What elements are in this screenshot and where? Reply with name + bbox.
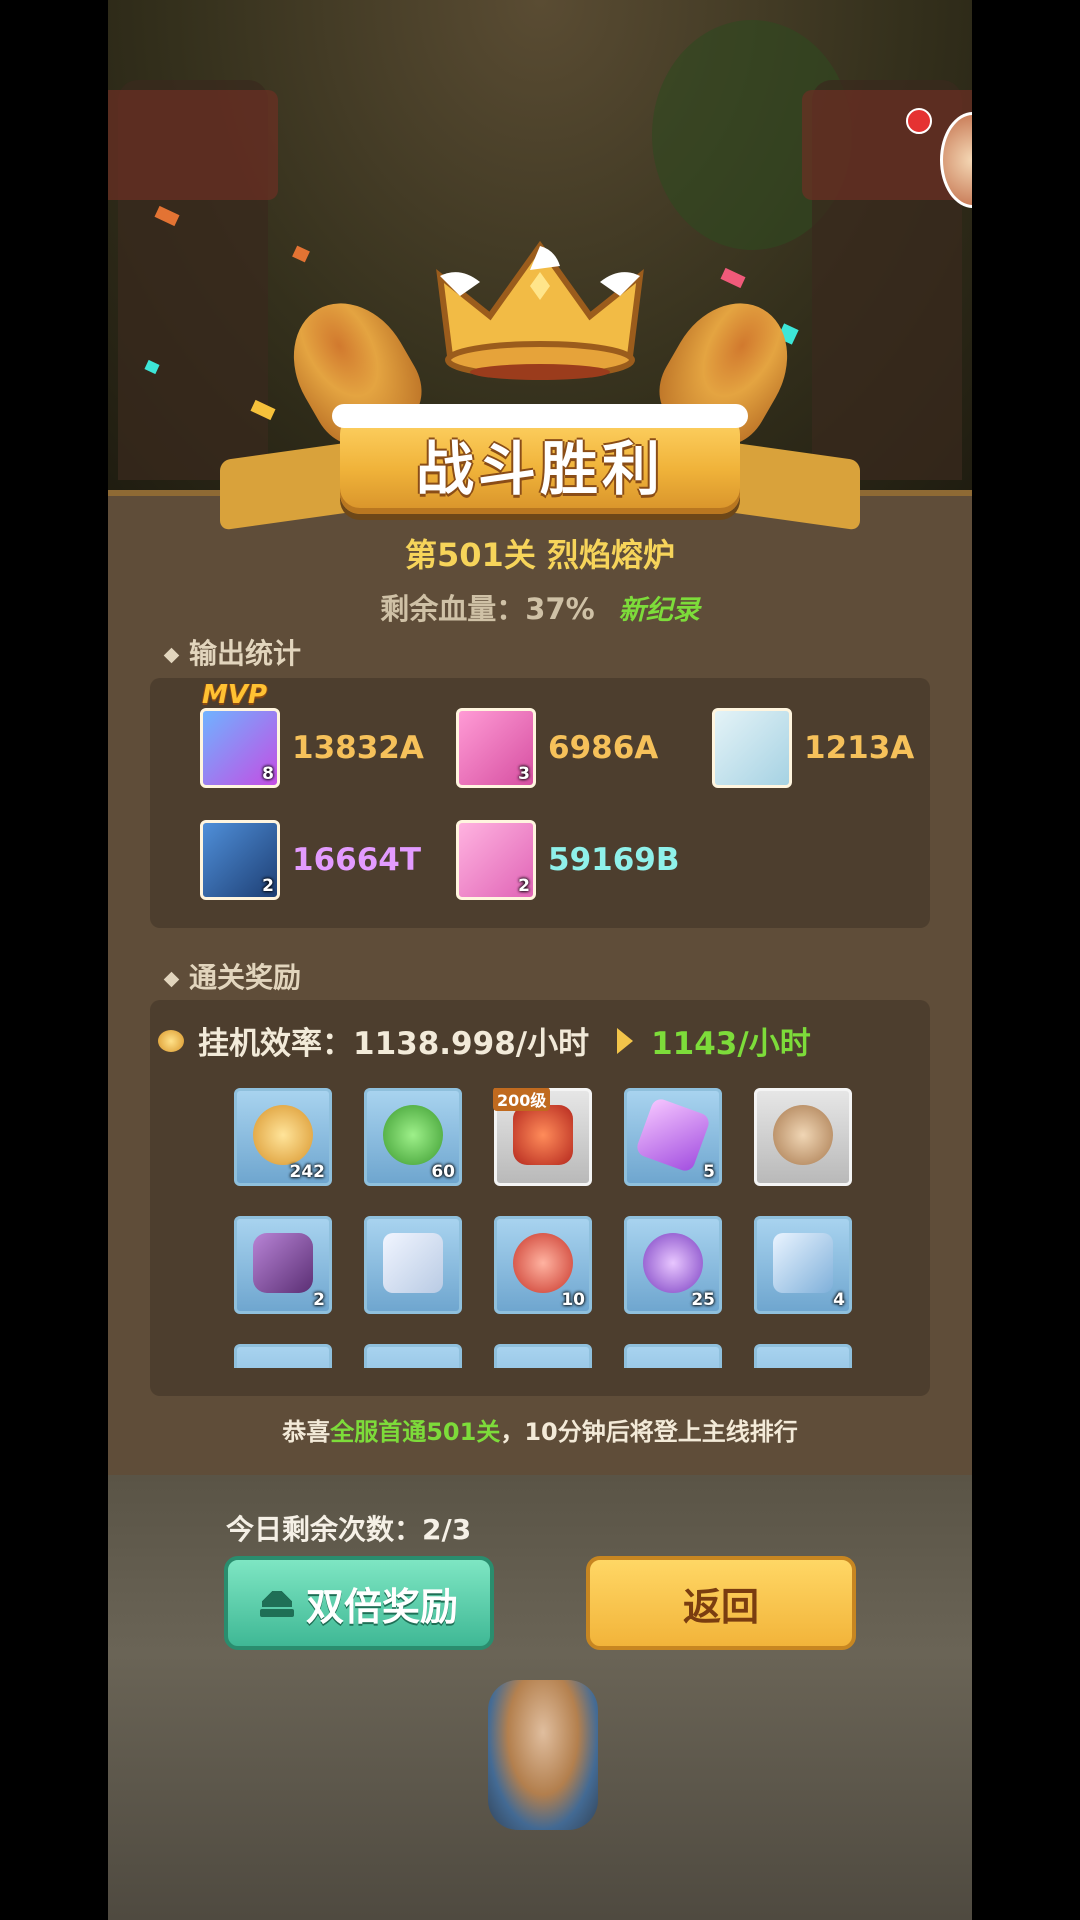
- new-record-badge: 新纪录: [618, 595, 700, 626]
- item-count: 4: [833, 1290, 845, 1310]
- hero-damage-value: 59169B: [548, 842, 680, 878]
- victory-title: 战斗胜利: [415, 435, 664, 503]
- reward-item[interactable]: 25: [624, 1216, 722, 1314]
- hero-damage-entry[interactable]: 8 13832A: [200, 708, 424, 788]
- stage-name: 第501关 烈焰熔炉: [405, 536, 675, 574]
- hero-damage-value: 6986A: [548, 730, 659, 766]
- item-count: 5: [703, 1162, 715, 1182]
- idle-rate-label: 挂机效率：: [198, 1026, 353, 1062]
- reward-item[interactable]: 2: [234, 1216, 332, 1314]
- item-count: 60: [431, 1162, 455, 1182]
- first-clear-message: 恭喜全服首通501关，10分钟后将登上主线排行: [108, 1412, 972, 1447]
- gold-coin-icon: [253, 1105, 313, 1165]
- output-stats-label: 输出统计: [189, 637, 302, 670]
- hero-star-level: 2: [518, 876, 530, 896]
- reward-item-partial[interactable]: [494, 1344, 592, 1368]
- hero-damage-entry[interactable]: 3 6986A: [456, 708, 658, 788]
- remaining-attempts: 今日剩余次数：2/3: [226, 1508, 471, 1548]
- congrats-highlight: 全服首通501关: [330, 1418, 501, 1446]
- congrats-prefix: 恭喜: [282, 1418, 331, 1446]
- double-reward-button[interactable]: 双倍奖励: [224, 1556, 494, 1650]
- hero-star-level: 8: [262, 764, 274, 784]
- hero-damage-entry[interactable]: 1213A: [712, 708, 914, 788]
- hero-star-level: 3: [518, 764, 530, 784]
- mecha-hero-icon: 8: [200, 708, 280, 788]
- item-count: 25: [691, 1290, 715, 1310]
- blue-scroll-icon: [773, 1233, 833, 1293]
- background-awning-left: [108, 90, 278, 200]
- clear-rewards-label: 通关奖励: [189, 961, 302, 994]
- clear-rewards-title: 通关奖励: [163, 956, 302, 996]
- crown-small-icon: [259, 1589, 294, 1617]
- reward-item[interactable]: 10: [494, 1216, 592, 1314]
- reward-item[interactable]: 5: [624, 1088, 722, 1186]
- reward-item[interactable]: 4: [754, 1216, 852, 1314]
- reward-item[interactable]: [754, 1088, 852, 1186]
- reward-item[interactable]: 242: [234, 1088, 332, 1186]
- victory-banner: 战斗胜利: [332, 404, 748, 514]
- double-reward-label: 双倍奖励: [305, 1584, 458, 1629]
- remaining-label: 今日剩余次数：: [226, 1513, 423, 1546]
- mvp-badge: MVP: [202, 680, 268, 710]
- reward-item[interactable]: [364, 1216, 462, 1314]
- hero-damage-value: 16664T: [292, 842, 421, 878]
- hero-figure: [488, 1680, 598, 1830]
- back-button-label: 返回: [682, 1584, 759, 1629]
- pink-cat-hero-icon: 3: [456, 708, 536, 788]
- reward-item[interactable]: 60: [364, 1088, 462, 1186]
- exp-icon: [383, 1105, 443, 1165]
- mystery-orb-icon: [643, 1233, 703, 1293]
- hero-star-level: 2: [262, 876, 274, 896]
- item-count: 2: [313, 1290, 325, 1310]
- item-level-tag: 200级: [493, 1088, 551, 1111]
- congrats-suffix: ，10分钟后将登上主线排行: [500, 1418, 798, 1446]
- dark-knight-hero-icon: 2: [200, 820, 280, 900]
- wood-log-icon: [253, 1233, 313, 1293]
- crown-icon: [436, 240, 644, 380]
- hero-damage-value: 1213A: [804, 730, 915, 766]
- item-count: 242: [289, 1162, 326, 1182]
- reward-items-grid: 242 60 200级 5 2 10 25 4: [234, 1088, 854, 1368]
- remaining-value: 2/3: [422, 1513, 472, 1546]
- hp-value: 37%: [525, 592, 595, 626]
- king-hero-icon: [712, 708, 792, 788]
- item-count: 10: [561, 1290, 585, 1310]
- idle-rate: 挂机效率： 1138.998/小时 1143/小时: [158, 1018, 811, 1063]
- idle-rate-old: 1138.998/小时: [353, 1026, 590, 1062]
- reward-item-partial[interactable]: [624, 1344, 722, 1368]
- bull-skull-icon: [773, 1105, 833, 1165]
- back-button[interactable]: 返回: [586, 1556, 856, 1650]
- coin-icon: [158, 1029, 184, 1052]
- game-screen: 战斗胜利 第501关 烈焰熔炉 剩余血量：37% 新纪录 输出统计 MVP 8 1…: [108, 0, 972, 1920]
- hp-label: 剩余血量：: [380, 592, 526, 626]
- hero-damage-value: 13832A: [292, 730, 424, 766]
- output-stats-title: 输出统计: [163, 632, 302, 672]
- hero-damage-entry[interactable]: 2 59169B: [456, 820, 679, 900]
- armor-icon: [513, 1105, 573, 1165]
- reward-item[interactable]: 200级: [493, 1088, 592, 1186]
- remaining-hp: 剩余血量：37% 新纪录: [108, 586, 972, 628]
- hero-damage-entry[interactable]: 2 16664T: [200, 820, 421, 900]
- notification-dot: [906, 108, 932, 134]
- purple-crystal-icon: [634, 1096, 712, 1174]
- diamond-icon: [163, 647, 180, 663]
- sword-orb-icon: [513, 1233, 573, 1293]
- angel-hero-icon: 2: [456, 820, 536, 900]
- reward-item-partial[interactable]: [234, 1344, 332, 1368]
- scroll-icon: [383, 1233, 443, 1293]
- reward-item-partial[interactable]: [364, 1344, 462, 1368]
- diamond-icon: [163, 971, 180, 987]
- arrow-right-icon: [617, 1027, 634, 1054]
- idle-rate-new: 1143/小时: [651, 1026, 811, 1062]
- reward-item-partial[interactable]: [754, 1344, 852, 1368]
